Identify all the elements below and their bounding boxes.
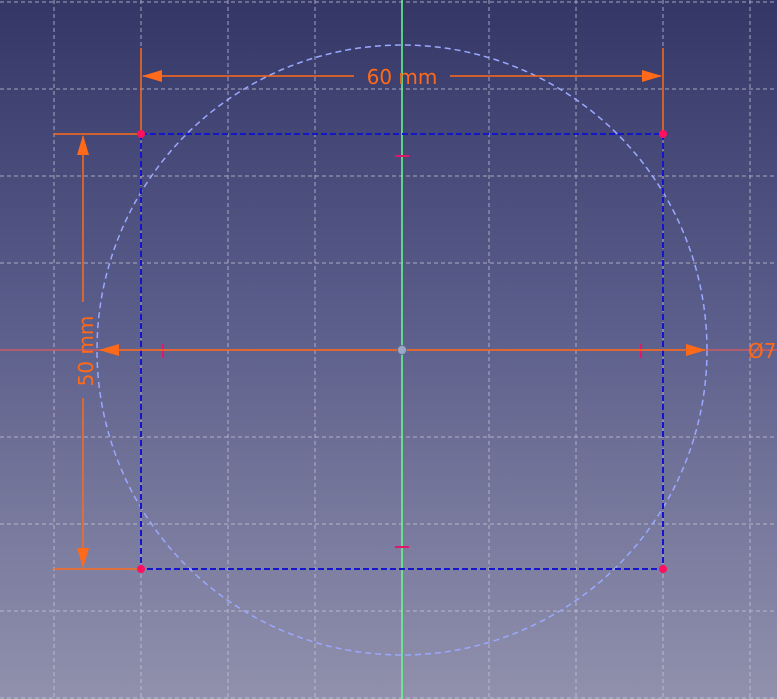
sketch-canvas[interactable]: 60 mm 50 mm Ø7 bbox=[0, 0, 777, 699]
vertex-bottom-right[interactable] bbox=[659, 565, 667, 573]
origin-point[interactable] bbox=[397, 345, 407, 355]
height-dimension-label[interactable]: 50 mm bbox=[74, 316, 98, 387]
diameter-dimension-label[interactable]: Ø7 bbox=[748, 339, 776, 363]
width-dimension-label[interactable]: 60 mm bbox=[367, 65, 438, 89]
vertex-top-right[interactable] bbox=[659, 130, 667, 138]
height-dimension[interactable]: 50 mm bbox=[54, 133, 139, 570]
diameter-dimension[interactable]: Ø7 bbox=[99, 339, 776, 363]
vertex-bottom-left[interactable] bbox=[137, 565, 145, 573]
vertex-top-left[interactable] bbox=[137, 130, 145, 138]
sketcher-3d-view[interactable]: 60 mm 50 mm Ø7 bbox=[0, 0, 777, 699]
